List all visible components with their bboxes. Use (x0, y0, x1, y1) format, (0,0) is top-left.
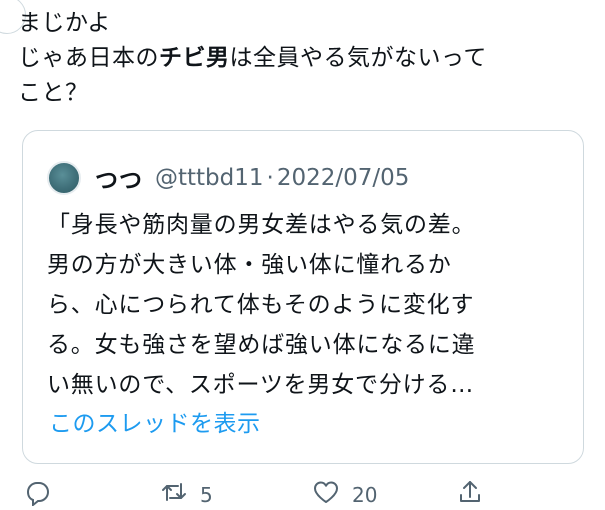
like-count: 20 (352, 483, 378, 507)
like-button[interactable]: 20 (312, 478, 377, 510)
tweet-line-2: じゃあ日本のチビ男は全員やる気がないって (18, 41, 588, 76)
header-separator: · (266, 165, 274, 191)
quoted-author-avatar[interactable] (47, 161, 81, 195)
tweet-text: まじかよ じゃあ日本のチビ男は全員やる気がないって こと？ (18, 6, 588, 111)
retweet-button[interactable]: 5 (160, 478, 213, 510)
quoted-author-handle[interactable]: @tttbd11 (155, 165, 264, 191)
quoted-tweet-date[interactable]: 2022/07/05 (277, 165, 410, 191)
reply-icon (24, 478, 52, 510)
tweet-action-bar: 5 20 (0, 478, 605, 508)
quoted-body-line: ら、心につられて体もそのように変化す (47, 292, 475, 318)
quoted-tweet-body: 「身長や筋肉量の男女差はやる気の差。 男の方が大きい体・強い体に憧れるか ら、心… (47, 205, 567, 405)
quoted-tweet-header: つつ @tttbd11 · 2022/07/05 (47, 160, 409, 196)
tweet-line-1: まじかよ (18, 10, 111, 36)
reply-button[interactable] (24, 478, 52, 510)
heart-icon (312, 478, 340, 510)
quoted-author-name[interactable]: つつ (95, 161, 143, 195)
tweet-line-2-suffix: は全員やる気がないって (229, 45, 487, 71)
retweet-count: 5 (200, 483, 213, 507)
quoted-body-line: る。女も強さを望めば強い体になるに違 (47, 332, 476, 358)
share-icon (456, 478, 484, 510)
show-thread-link[interactable]: このスレッドを表示 (49, 404, 261, 438)
tweet-line-3: こと？ (18, 80, 89, 106)
tweet-line-2-bold: チビ男 (159, 45, 230, 71)
quoted-body-line: い無いので、スポーツを男女で分ける… (47, 372, 475, 398)
quoted-body-line: 「身長や筋肉量の男女差はやる気の差。 (47, 212, 476, 238)
share-button[interactable] (456, 478, 484, 510)
quoted-body-line: 男の方が大きい体・強い体に憧れるか (47, 252, 452, 278)
retweet-icon (160, 478, 188, 510)
tweet-line-2-prefix: じゃあ日本の (18, 45, 159, 71)
quoted-tweet-card[interactable]: つつ @tttbd11 · 2022/07/05 「身長や筋肉量の男女差はやる気… (22, 130, 584, 464)
